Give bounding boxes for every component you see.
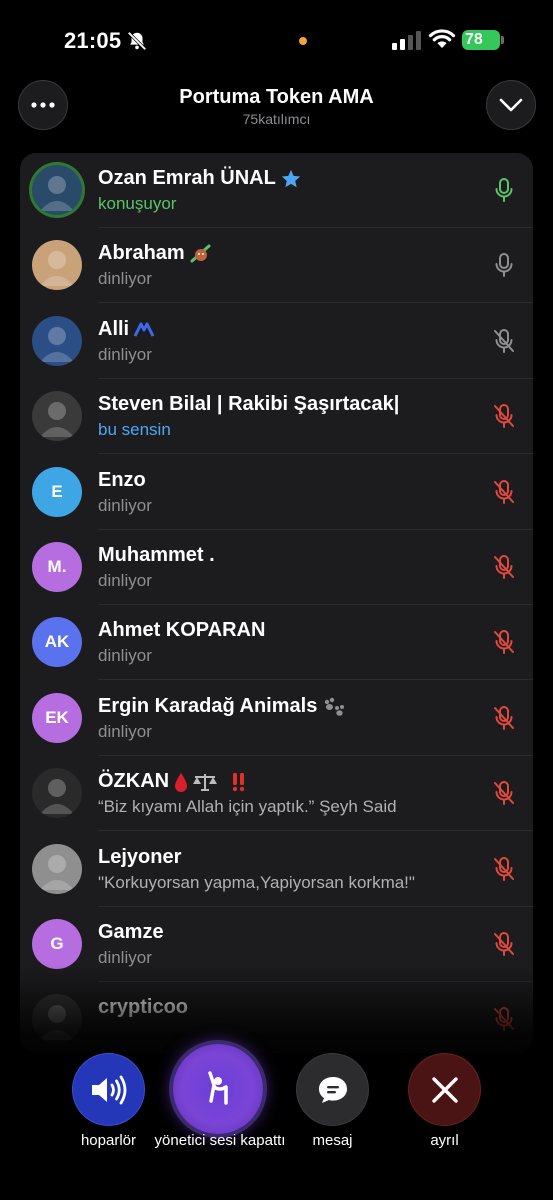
chat-bubble-icon [318, 1076, 347, 1103]
avatar[interactable]: M. [32, 542, 82, 592]
participant-row[interactable]: E Enzo dinliyor [20, 455, 533, 530]
mic-icon[interactable] [492, 177, 516, 203]
message-button[interactable] [297, 1054, 368, 1125]
avatar[interactable]: EK [32, 692, 82, 743]
participant-status: “Biz kıyamı Allah için yaptık.” Şeyh Sai… [98, 797, 397, 817]
chevron-down-icon [499, 98, 523, 112]
drop-scale-alert-icons [175, 772, 245, 792]
avatar[interactable] [32, 315, 82, 366]
mic-muted-icon[interactable] [492, 403, 516, 429]
bell-muted-icon [127, 31, 147, 51]
avatar[interactable] [32, 843, 82, 894]
signal-icon [392, 31, 421, 50]
avatar[interactable] [32, 391, 82, 442]
participant-name: Ergin Karadağ Animals [98, 695, 347, 718]
wifi-icon [428, 29, 456, 48]
mic-muted-icon[interactable] [492, 705, 516, 731]
participant-name: Alli [98, 318, 155, 341]
mic-muted-icon[interactable] [492, 856, 516, 882]
mic-muted-icon[interactable] [492, 328, 516, 354]
avatar[interactable] [32, 768, 82, 819]
participant-status: bu sensin [98, 420, 171, 440]
mic-muted-icon[interactable] [492, 554, 516, 580]
bull-emoji-icon [190, 244, 211, 263]
message-label: mesaj [312, 1132, 353, 1149]
participant-name: Lejyoner [98, 845, 182, 868]
participant-status: konuşuyor [98, 194, 177, 213]
avatar[interactable]: G [32, 919, 82, 969]
raise-hand-button[interactable] [173, 1044, 263, 1134]
participant-status: dinliyor [98, 269, 152, 289]
participant-row[interactable]: Steven Bilal | Rakibi Şaşırtacak| bu sens… [20, 379, 533, 455]
participant-row[interactable]: Ozan Emrah ÜNAL konuşuyor [20, 153, 533, 228]
battery-tip [501, 36, 504, 44]
participant-name: Gamze [98, 921, 164, 943]
avatar[interactable]: E [32, 466, 82, 517]
mic-muted-icon[interactable] [492, 479, 516, 505]
leave-button[interactable] [409, 1054, 480, 1125]
blue-logo-icon [133, 322, 155, 337]
participant-name: Muhammet . [98, 544, 215, 566]
speaker-button[interactable] [73, 1054, 144, 1125]
participant-name: Ahmet KOPARAN [98, 619, 266, 642]
participant-name: Ozan Emrah ÜNAL [98, 167, 302, 190]
participant-status: dinliyor [98, 571, 152, 590]
close-icon [431, 1076, 458, 1103]
participant-row[interactable]: Abraham dinliyor [20, 228, 533, 304]
participant-name: Enzo [98, 468, 146, 491]
recording-dot [299, 37, 307, 45]
participant-status: dinliyor [98, 646, 152, 666]
participant-row[interactable]: Lejyoner "Korkuyorsan yapma,Yapiyorsan ko… [20, 832, 533, 907]
avatar[interactable] [32, 165, 82, 215]
participant-name: Steven Bilal | Rakibi Şaşırtacak| [98, 393, 400, 416]
participant-status: dinliyor [98, 344, 152, 364]
mic-icon[interactable] [492, 252, 516, 278]
participant-row[interactable]: Alli dinliyor [20, 304, 533, 379]
raise-hand-icon [208, 1071, 228, 1105]
participant-name: Abraham [98, 242, 213, 265]
paws-emoji-icon [325, 697, 345, 716]
participant-status: dinliyor [98, 721, 152, 741]
participant-row[interactable]: AK Ahmet KOPARAN dinliyor [20, 605, 533, 681]
participant-row[interactable]: EK Ergin Karadağ Animals dinliyor [20, 681, 533, 756]
participant-name: ÖZKAN [98, 770, 257, 793]
page-title: Portuma Token AMA [179, 86, 374, 108]
speaker-label: hoparlör [80, 1132, 137, 1149]
mic-muted-icon[interactable] [492, 629, 516, 655]
speaker-icon [91, 1075, 126, 1104]
battery-level: 78 [462, 30, 500, 50]
participant-status: "Korkuyorsan yapma,Yapiyorsan korkma!" [98, 872, 415, 892]
collapse-button[interactable] [486, 80, 536, 130]
star-icon [281, 169, 300, 187]
admin-muted-label: yönetici sesi kapattı [154, 1132, 286, 1149]
avatar[interactable]: AK [32, 617, 82, 668]
participant-status: dinliyor [98, 495, 152, 515]
mic-muted-icon[interactable] [492, 780, 516, 806]
status-bar: 21:05 78 [0, 0, 553, 80]
participant-row[interactable]: ÖZKAN “Biz kıyamı Allah için yaptık.” Şey… [20, 756, 533, 832]
mic-muted-icon[interactable] [492, 931, 516, 957]
participant-count: 75katılımcı [242, 111, 311, 127]
clock: 21:05 [64, 28, 122, 53]
participant-list: Ozan Emrah ÜNAL konuşuyor Abraham dinliyor… [20, 153, 533, 1053]
participant-row[interactable]: M. Muhammet . dinliyor [20, 530, 533, 605]
leave-label: ayrıl [430, 1132, 459, 1149]
avatar[interactable] [32, 240, 82, 291]
